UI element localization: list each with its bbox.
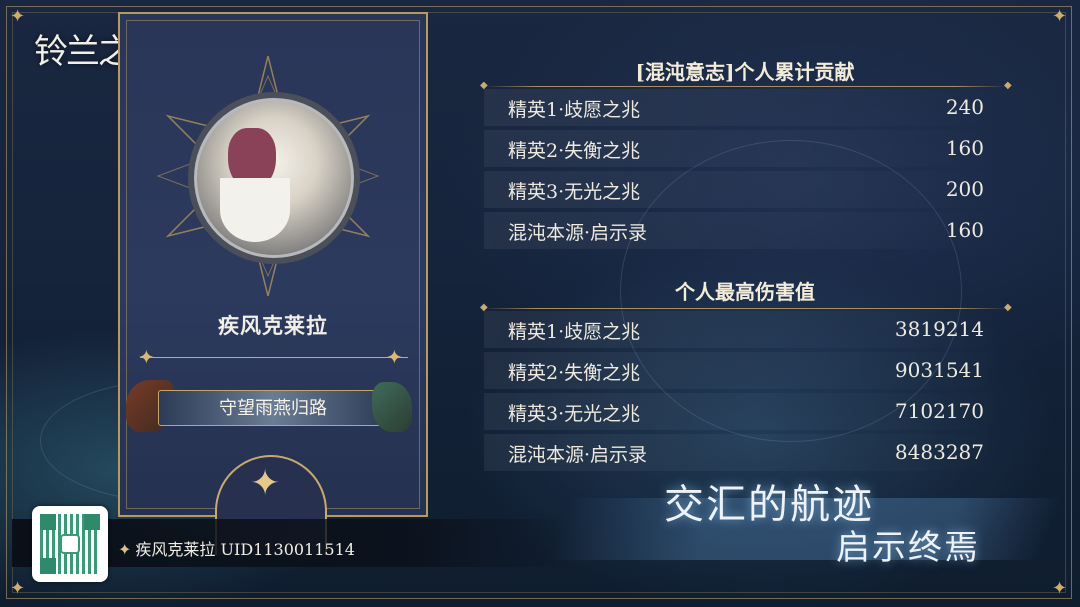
row-value: 3819214	[894, 317, 984, 341]
star-icon: ✦	[118, 540, 132, 559]
damage-heading: 个人最高伤害值	[675, 280, 815, 304]
player-name: 疾风克莱拉	[135, 540, 216, 559]
name-divider	[140, 357, 408, 358]
star-icon: ✦	[386, 345, 403, 369]
corner-ornament-icon: ✦	[1052, 6, 1068, 27]
heading-divider	[484, 308, 1008, 309]
star-icon: ✦	[250, 463, 281, 504]
corner-ornament-icon: ✦	[1052, 578, 1068, 599]
qr-center-logo	[60, 534, 80, 554]
row-label: 混沌本源·启示录	[508, 222, 648, 244]
row-value: 240	[945, 95, 984, 119]
character-name: 疾风克莱拉	[218, 313, 328, 338]
row-label: 精英2·失衡之兆	[508, 362, 641, 384]
row-label: 精英3·无光之兆	[508, 181, 641, 203]
heading-divider	[484, 86, 1008, 87]
player-uid-line: ✦ 疾风克莱拉 UID1130011514	[118, 536, 355, 560]
row-label: 混沌本源·启示录	[508, 444, 648, 466]
row-label: 精英1·歧愿之兆	[508, 321, 641, 343]
row-value: 160	[945, 218, 984, 242]
slogan-line-2: 启示终焉	[836, 528, 980, 568]
row-label: 精英1·歧愿之兆	[508, 99, 641, 121]
result-screen: ✦ ✦ ✦ ✦ 铃兰之剑 疾风克莱拉 ✦ ✦ 守望雨燕归路 ✦ ✦ 疾风克莱拉 U…	[0, 0, 1080, 607]
corner-ornament-icon: ✦	[10, 6, 26, 27]
row-value: 160	[945, 136, 984, 160]
row-value: 9031541	[894, 358, 984, 382]
corner-ornament-icon: ✦	[10, 578, 26, 599]
qr-code-icon	[32, 506, 108, 582]
row-value: 7102170	[894, 399, 984, 423]
row-label: 精英2·失衡之兆	[508, 140, 641, 162]
row-label: 精英3·无光之兆	[508, 403, 641, 425]
star-icon: ✦	[138, 345, 155, 369]
row-value: 8483287	[894, 440, 984, 464]
character-title: 守望雨燕归路	[219, 398, 327, 419]
character-beard	[220, 178, 290, 242]
row-value: 200	[945, 177, 984, 201]
contribution-heading: [混沌意志]个人累计贡献	[635, 60, 855, 84]
player-uid: UID1130011514	[220, 540, 355, 559]
